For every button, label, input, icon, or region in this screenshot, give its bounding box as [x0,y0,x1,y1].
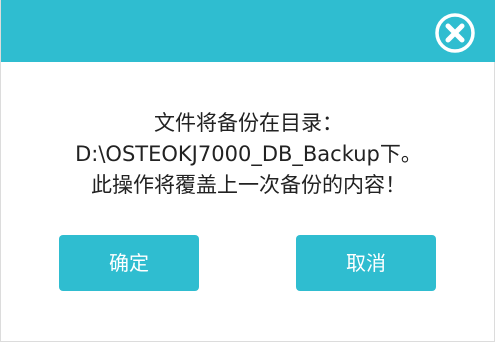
dialog-message: 文件将备份在目录： D:\OSTEOKJ7000_DB_Backup下。 此操作… [1,108,495,201]
confirm-button[interactable]: 确定 [59,235,199,291]
close-button[interactable] [434,12,476,54]
dialog-titlebar [1,0,495,62]
cancel-button[interactable]: 取消 [296,235,436,291]
backup-confirm-dialog: 文件将备份在目录： D:\OSTEOKJ7000_DB_Backup下。 此操作… [0,0,495,342]
message-line-overwrite-warning: 此操作将覆盖上一次备份的内容！ [91,173,406,197]
message-line-backup-path: D:\OSTEOKJ7000_DB_Backup下。 [75,142,422,166]
message-line-backup-location: 文件将备份在目录： [154,111,343,135]
close-circle-icon [435,13,475,53]
